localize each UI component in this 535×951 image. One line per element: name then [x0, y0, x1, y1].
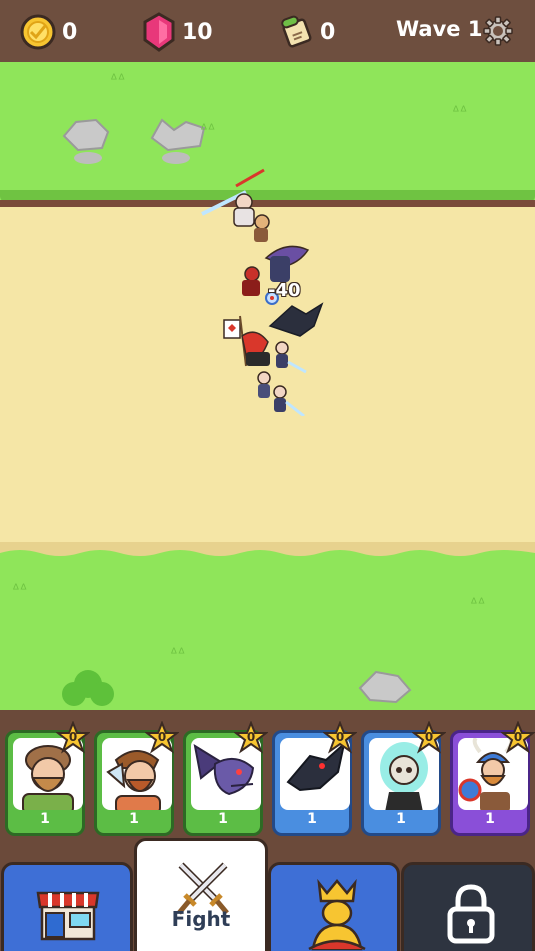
swordsman-icon — [273, 385, 305, 416]
star-badge: 0 — [233, 720, 269, 755]
star-count: 0 — [424, 730, 434, 744]
rock-icon — [358, 670, 412, 704]
bottom-nav: Fight — [0, 838, 535, 951]
axeman-card[interactable]: 0 1 — [94, 720, 180, 836]
peasant-card[interactable]: 0 1 — [5, 720, 91, 836]
viking-card[interactable]: 0 1 — [450, 720, 535, 836]
tab-locked[interactable] — [401, 862, 535, 951]
star-badge: 0 — [144, 720, 180, 755]
tab-shop[interactable] — [1, 862, 133, 951]
star-count: 0 — [157, 730, 167, 744]
dragon-unit-icon — [264, 245, 310, 282]
star-badge: 0 — [411, 720, 447, 755]
star-badge: 0 — [55, 720, 91, 755]
star-count: 0 — [246, 730, 256, 744]
gold-counter: 0 — [20, 12, 77, 52]
battlefield: ᐞᐞ ᐞᐞ ᐞᐞ ᐞᐞ ᐞᐞ ᐞᐞ -40 — [0, 62, 535, 710]
battle-cluster — [201, 168, 324, 416]
swordsman-icon — [275, 341, 307, 374]
unit-level: 1 — [307, 811, 317, 827]
unit-level: 1 — [129, 811, 139, 827]
star-count: 0 — [68, 730, 78, 744]
grass-border — [0, 550, 535, 565]
tab-king[interactable] — [268, 862, 400, 951]
top-bar: 0 10 0 Wave 1 — [0, 0, 535, 62]
fight-label: Fight — [171, 907, 231, 931]
settings-gear-icon[interactable] — [483, 16, 513, 46]
red-soldier-icon — [242, 266, 260, 296]
grass-tuft: ᐞᐞ — [200, 122, 216, 138]
gem-icon — [143, 12, 175, 52]
scroll-counter: 0 — [280, 12, 335, 52]
flag-bearer-icon — [223, 315, 270, 367]
shop-icon — [36, 891, 100, 941]
ghost-card[interactable]: 0 1 — [361, 720, 447, 836]
tab-fight[interactable]: Fight — [134, 838, 268, 951]
rock-icon — [62, 118, 110, 164]
grass-tuft: ᐞᐞ — [470, 596, 486, 612]
grass-tuft: ᐞᐞ — [110, 72, 126, 88]
gold-coin-icon — [20, 14, 56, 50]
gem-counter: 10 — [142, 12, 213, 52]
unit-level: 1 — [40, 811, 50, 827]
swordsman-icon — [257, 371, 271, 398]
enemy-knight-icon — [201, 168, 270, 242]
wave-label: Wave 1 — [396, 17, 483, 41]
unit-cards-bar: 0 1 0 1 0 1 0 1 0 1 0 1 — [0, 710, 535, 860]
scroll-value: 0 — [320, 19, 336, 45]
grass-tuft: ᐞᐞ — [452, 104, 468, 120]
gold-value: 0 — [62, 19, 78, 45]
unit-level: 1 — [218, 811, 228, 827]
bush-icon — [62, 670, 114, 706]
padlock-icon — [447, 884, 495, 944]
star-count: 0 — [335, 730, 345, 744]
grass-tuft: ᐞᐞ — [12, 582, 28, 598]
scroll-icon — [281, 15, 312, 48]
raven-unit-icon — [268, 302, 324, 337]
gem-value: 10 — [182, 19, 213, 45]
star-count: 0 — [513, 730, 523, 744]
grass-tuft: ᐞᐞ — [170, 646, 186, 662]
damage-popup: -40 — [268, 280, 301, 301]
star-badge: 0 — [322, 720, 358, 755]
unit-level: 1 — [485, 811, 495, 827]
king-crown-icon — [308, 879, 366, 951]
dragon-card[interactable]: 0 1 — [183, 720, 269, 836]
unit-level: 1 — [396, 811, 406, 827]
raven-card[interactable]: 0 1 — [272, 720, 358, 836]
star-badge: 0 — [500, 720, 535, 755]
